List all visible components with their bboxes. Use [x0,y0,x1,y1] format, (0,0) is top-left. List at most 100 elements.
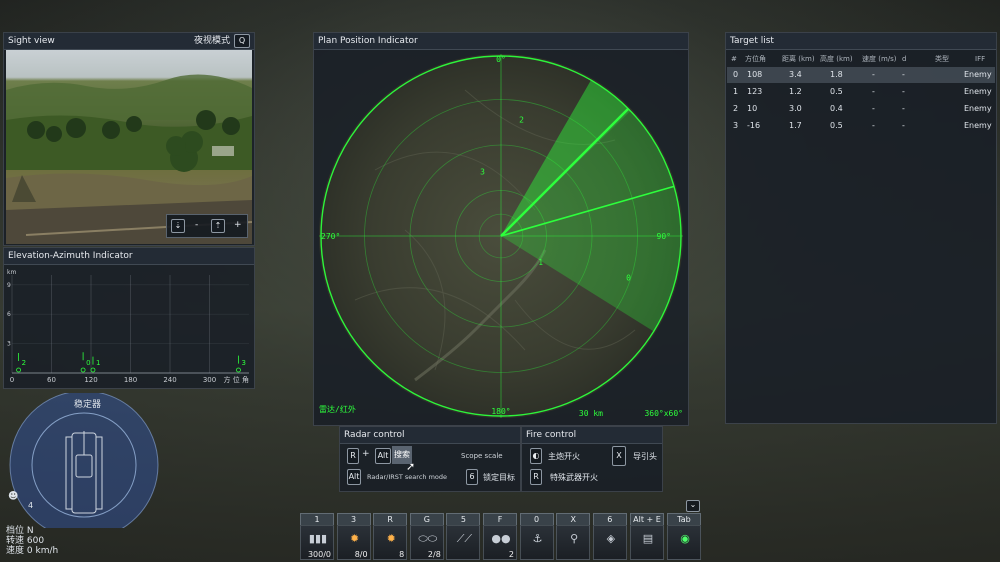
target-list-title: Target list [726,33,996,50]
lock-target-label[interactable]: 锁定目标 [483,472,515,483]
lock-target-key[interactable]: 6 [466,469,478,485]
ea-contact-marker [16,367,21,373]
main-gun-label[interactable]: 主炮开火 [548,451,580,462]
ea-y-tick: 3 [7,341,11,348]
ea-y-unit: km [7,269,16,276]
weapon-slot[interactable]: 6 ◈ [592,513,627,560]
ea-x-axis-label: 方 位 角 [224,375,249,384]
weapon-slot-image: ⟋⟋ [446,525,481,560]
ppi-contact[interactable]: 3 [480,168,485,177]
radar-key-alt2[interactable]: Alt [347,469,361,485]
weapon-slot[interactable]: R ✹ 8 [373,513,408,560]
ea-contact-marker [90,367,96,373]
col-d: d [902,55,907,63]
bearing-180: 180° [491,407,510,416]
weapon-slot-image: ✹ 8/0 [336,525,371,560]
weapon-slot[interactable]: X ⚲ [556,513,591,560]
gear-value: N [26,526,34,536]
weapon-slot-image: ▤ [630,525,664,560]
sight-view-title-text: Sight view [8,36,55,46]
col-speed: 速度 (m/s) [862,55,897,63]
weapon-slot-image: ✹ 8 [373,525,408,560]
zoom-in-icon[interactable]: ⇡ [211,219,225,233]
weapon-slot-image: ⚓ [519,525,554,560]
ppi-contact[interactable]: 1 [538,258,543,267]
gear-label: 档位 [6,526,25,536]
special-weapon-key[interactable]: R [530,469,542,485]
scan-label: 360°x60° [644,409,683,418]
ea-x-tick: 0 [10,376,14,384]
col-range: 距离 (km) [782,55,815,63]
crew-count: 4 [28,501,34,510]
ppi-contact[interactable]: 2 [519,115,524,124]
radar-key-alt[interactable]: Alt [375,448,391,464]
radar-control-panel: Radar control R + Alt 搜索 ➚ Scope scale A… [339,426,521,492]
ea-contact[interactable]: 0 [86,359,90,367]
mouse-left-icon[interactable]: ◐ [530,448,542,464]
col-iff: IFF [975,55,986,63]
weapon-slot[interactable]: Alt + E ▤ [630,513,664,560]
weapon-slot-count: 8 [399,550,405,559]
table-row[interactable]: 2 10 3.0 0.4 - - Enemy [727,101,995,117]
radar-key-r[interactable]: R [347,448,359,464]
ea-contact[interactable]: 2 [22,359,26,367]
ammo-belt-icon: ▮▮▮ [308,532,328,545]
binoculars-icon: ▤ [642,532,654,545]
search-mode-label[interactable]: Radar/IRST search mode [367,473,447,481]
weapon-slot[interactable]: Tab ◉ [667,513,701,560]
elevation-azimuth-title: Elevation-Azimuth Indicator [4,248,254,265]
sight-view-panel: Sight view 夜视模式 Q ⇣ - ⇡ + [3,32,255,246]
zoom-minus[interactable]: - [195,220,198,230]
seeker-key-x[interactable]: X [612,446,626,466]
bearing-0: 0° [496,55,506,64]
mode-label: 雷达/红外 [319,404,356,414]
cell-alt: 0.4 [830,104,843,113]
weapon-slot[interactable]: G ⬭⬭ 2/8 [409,513,444,560]
table-row[interactable]: 1 123 1.2 0.5 - - Enemy [727,84,995,100]
ea-x-tick: 120 [84,376,97,384]
seeker-label[interactable]: 导引头 [633,451,657,462]
target-list-panel: Target list # 方位角 距离 (km) 高度 (km) 速度 (m/… [725,32,997,424]
ppi-title: Plan Position Indicator [314,33,688,50]
sight-view-scene: ⇣ - ⇡ + [6,50,252,244]
weapon-slot[interactable]: 1 ▮▮▮ 300/0 [300,513,334,560]
radar-control-title: Radar control [340,427,520,444]
ea-contact[interactable]: 1 [96,359,100,367]
cell-d: - [902,70,905,79]
weapon-slot-image: ◉ [667,525,701,560]
col-altitude: 高度 (km) [820,55,853,63]
zoom-control: ⇣ - ⇡ + [166,214,248,238]
weapon-slot[interactable]: 3 ✹ 8/0 [336,513,371,560]
rocket-salvo-icon: ✹ [386,532,396,545]
expand-bar-icon[interactable]: ⌄ [686,500,700,512]
radar-icon: ◉ [680,532,690,545]
stabilizer-title: 稳定器 [74,400,102,410]
fire-control-title: Fire control [522,427,662,444]
ea-x-tick: 300 [203,376,216,384]
ppi-scope: 0° 90° 180° 270° 雷达/红外 30 km 360°x60° 0 1 2 3 [319,54,683,418]
zoom-out-icon[interactable]: ⇣ [171,219,185,233]
col-index: # [731,55,737,63]
zoom-plus[interactable]: + [234,220,242,230]
bearing-90: 90° [657,232,671,241]
ea-x-tick: 240 [163,376,176,384]
special-weapon-label[interactable]: 特殊武器开火 [550,472,598,483]
cell-range: 3.4 [789,70,802,79]
ppi-contact[interactable]: 0 [626,273,631,282]
weapon-slot-image: ◈ [592,525,627,560]
table-row[interactable]: 0 108 3.4 1.8 - - Enemy [727,67,995,83]
scope-scale-label[interactable]: Scope scale [461,452,503,460]
rpm-row: 转速 600 [6,536,58,546]
fire-control-panel: Fire control ◐ 主炮开火 X 导引头 R 特殊武器开火 [521,426,663,492]
cell-n: 1 [733,87,739,96]
ea-contact[interactable]: 3 [241,359,245,367]
weapon-slot[interactable]: F ●● 2 [483,513,517,560]
sight-view-title: Sight view 夜视模式 Q [4,33,254,50]
target-list-header: # 方位角 距离 (km) 高度 (km) 速度 (m/s) d 类型 IFF [727,51,995,67]
ea-y-tick: 6 [7,311,11,318]
ea-x-tick: 60 [47,376,56,384]
weapon-slot[interactable]: 5 ⟋⟋ [446,513,481,560]
night-mode-key[interactable]: Q [234,34,250,48]
weapon-slot[interactable]: 0 ⚓ [519,513,554,560]
table-row[interactable]: 3 -16 1.7 0.5 - - Enemy [727,118,995,134]
